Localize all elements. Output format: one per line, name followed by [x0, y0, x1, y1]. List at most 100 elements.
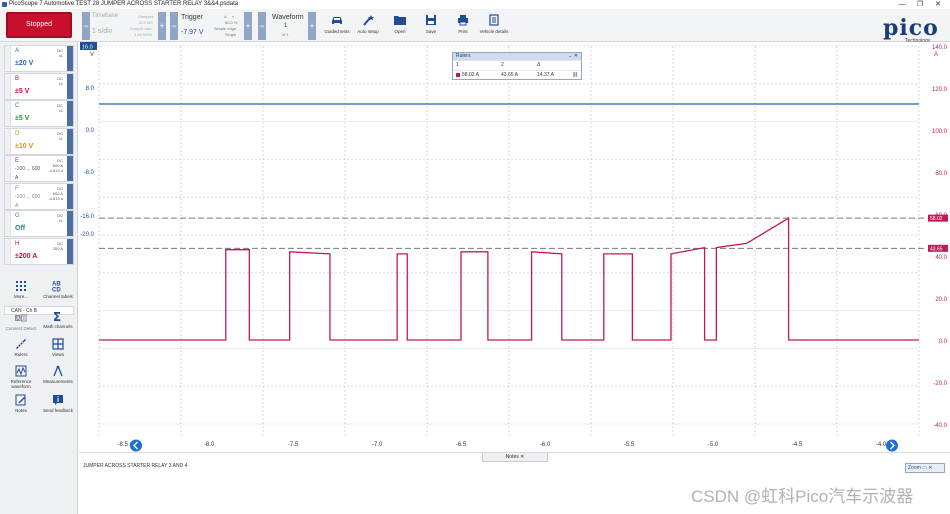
channel-letter: H	[15, 240, 20, 247]
waveform-index[interactable]: 1	[284, 23, 287, 29]
channel-coupling[interactable]: DC x1	[57, 103, 63, 113]
channel-range[interactable]: ±5 V	[15, 88, 29, 95]
channel-scroll-handle[interactable]	[67, 128, 73, 154]
rulers-col-delta: Δ	[537, 62, 541, 68]
left-axis-tick-label: -20.0	[80, 232, 94, 238]
zoom-overview[interactable]: Zoom ▭ ✕	[905, 463, 945, 473]
trigger-percent[interactable]: 50.0 %	[225, 20, 237, 25]
channel-letter: E	[15, 158, 20, 164]
maximize-button[interactable]: ❐	[912, 0, 928, 9]
views-button[interactable]: Views	[40, 338, 76, 357]
math-channels-button[interactable]: Σ Math channels	[40, 310, 76, 329]
views-label: Views	[52, 352, 64, 357]
right-axis-tick-label: -20.0	[933, 381, 947, 387]
channel-scroll-handle[interactable]	[67, 46, 73, 71]
timebase-decrease-button[interactable]: −	[82, 12, 90, 40]
right-axis-tick-label: 0.0	[939, 339, 948, 345]
more-button[interactable]: More...	[3, 280, 39, 299]
vehicle-details-label: Vehicle details	[479, 29, 509, 34]
waveform-previous-button[interactable]: −	[258, 12, 266, 40]
rulers-panel[interactable]: Rulers ⌄ ✕ 1 2 Δ 58.02 A 43.65 A 14.37 A…	[452, 52, 582, 80]
connect-detect-button[interactable]: AB Connect Detect	[3, 312, 39, 331]
send-feedback-button[interactable]: Send feedback	[40, 394, 76, 413]
trigger-type[interactable]: Single	[225, 32, 236, 37]
channel-range[interactable]: ±200 A	[15, 253, 37, 260]
rulers-button[interactable]: Rulers	[3, 338, 39, 357]
channel-labels-label: Channel labels	[43, 294, 73, 299]
save-button[interactable]: Save	[414, 12, 448, 40]
right-axis-tick-label: 120.0	[932, 87, 948, 93]
measurements-button[interactable]: Measurements	[40, 365, 76, 384]
oscilloscope-chart[interactable]: V8.00.0-8.0-16.0-20.0 A140.0120.0100.080…	[79, 42, 950, 452]
channel-card-g[interactable]: G Off DC x1	[4, 210, 74, 237]
channel-coupling[interactable]: DC x1	[57, 76, 63, 86]
print-label: Print	[458, 29, 468, 34]
channel-coupling[interactable]: DC 600 A -4.613 u	[48, 186, 63, 201]
channel-scroll-handle[interactable]	[67, 211, 73, 236]
channel-scroll-handle[interactable]	[67, 101, 73, 126]
channel-range[interactable]: -100 ... 600	[15, 194, 40, 200]
channel-card-h[interactable]: H ±200 A DC 200 A	[4, 237, 74, 265]
auto-setup-button[interactable]: Auto setup	[351, 12, 385, 40]
trigger-decrease-button[interactable]: −	[170, 12, 178, 40]
open-button[interactable]: Open	[383, 12, 417, 40]
reference-waveform-button[interactable]: Reference waveform	[3, 365, 39, 389]
scroll-left-button[interactable]	[130, 439, 142, 452]
close-button[interactable]: ✕	[930, 0, 946, 9]
trigger-channel[interactable]: A	[224, 14, 227, 19]
channel-card-d[interactable]: D ±10 V DC x1	[4, 127, 74, 155]
minimize-button[interactable]: —	[894, 0, 910, 9]
vehicle-details-button[interactable]: Vehicle details	[477, 12, 511, 40]
left-axis-tick-label: -8.0	[84, 170, 95, 176]
channel-scroll-handle[interactable]	[67, 156, 73, 181]
sample-rate-label: Sample rate	[130, 26, 152, 31]
zoom-controls[interactable]: ▭ ✕	[922, 465, 932, 471]
channel-coupling[interactable]: DC 600 A -4.613 u	[48, 158, 63, 173]
trigger-level-value[interactable]: -7.97 V	[181, 29, 204, 36]
channel-coupling[interactable]: DC 200 A	[53, 241, 63, 251]
guided-tests-button[interactable]: Guided tests	[320, 12, 354, 40]
notes-button[interactable]: Notes	[3, 394, 39, 413]
channel-coupling[interactable]: DC x1	[57, 131, 63, 141]
timebase-increase-button[interactable]: +	[158, 12, 166, 40]
channel-labels-button[interactable]: AB CD Channel labels	[40, 280, 76, 300]
channel-scroll-handle[interactable]	[67, 183, 73, 209]
channel-range[interactable]: -100 ... 600	[15, 166, 40, 172]
right-axis-tick-label: 20.0	[935, 297, 947, 303]
channel-card-e[interactable]: E -100 ... 600 A DC 600 A -4.613 u	[4, 155, 74, 182]
ruler-lock-icon[interactable]: ⛓	[572, 71, 578, 80]
channel-range[interactable]: ±20 V	[15, 60, 33, 67]
abcd-icon: ABCD	[52, 282, 61, 293]
channel-range[interactable]: ±5 V	[15, 115, 29, 122]
print-icon	[458, 15, 468, 26]
trigger-edge-icon[interactable]: ⌐	[232, 14, 234, 19]
x-axis-tick-label: -5.5	[624, 442, 635, 448]
channel-card-c[interactable]: C ±5 V DC x1	[4, 100, 74, 127]
channel-range[interactable]: ±10 V	[15, 143, 33, 150]
waveform-next-button[interactable]: +	[308, 12, 316, 40]
rulers-panel-controls[interactable]: ⌄ ✕	[568, 53, 578, 60]
samples-value: 18.3 MS	[138, 20, 153, 25]
trigger-mode[interactable]: Simple edge	[214, 26, 236, 31]
channel-range[interactable]: Off	[15, 225, 25, 232]
channel-scroll-handle[interactable]	[67, 73, 73, 99]
channel-coupling[interactable]: DC x1	[57, 48, 63, 58]
timebase-label: Timebase	[92, 13, 119, 19]
channel-stripe	[5, 238, 11, 264]
channel-card-b[interactable]: B ±5 V DC x1	[4, 72, 74, 100]
notes-text[interactable]: JUMPER ACROSS STARTER RELAY 3 AND 4	[83, 463, 187, 469]
channel-card-a[interactable]: A ±20 V DC x1	[4, 45, 74, 72]
channel-coupling[interactable]: DC x1	[57, 213, 63, 223]
right-axis-tick-label: 80.0	[935, 171, 947, 177]
notes-close-icon[interactable]: ✕	[520, 454, 524, 460]
channel-scroll-handle[interactable]	[67, 238, 73, 264]
scroll-right-button[interactable]	[886, 439, 898, 452]
rulers-panel-header: Rulers ⌄ ✕	[453, 53, 581, 60]
start-stop-button[interactable]: Stopped	[6, 12, 72, 38]
channel-card-f[interactable]: F -100 ... 600 A DC 600 A -4.613 u	[4, 182, 74, 210]
timebase-value[interactable]: 1 s/div	[92, 28, 112, 35]
scope-view[interactable]: V 8.0 0.0 -8.0 -16.0 -20.0 A 140.0 120.0 100.0 80…	[79, 42, 950, 452]
print-button[interactable]: Print	[446, 12, 480, 40]
trigger-increase-button[interactable]: +	[244, 12, 252, 40]
notes-tab[interactable]: Notes ✕	[482, 453, 548, 462]
